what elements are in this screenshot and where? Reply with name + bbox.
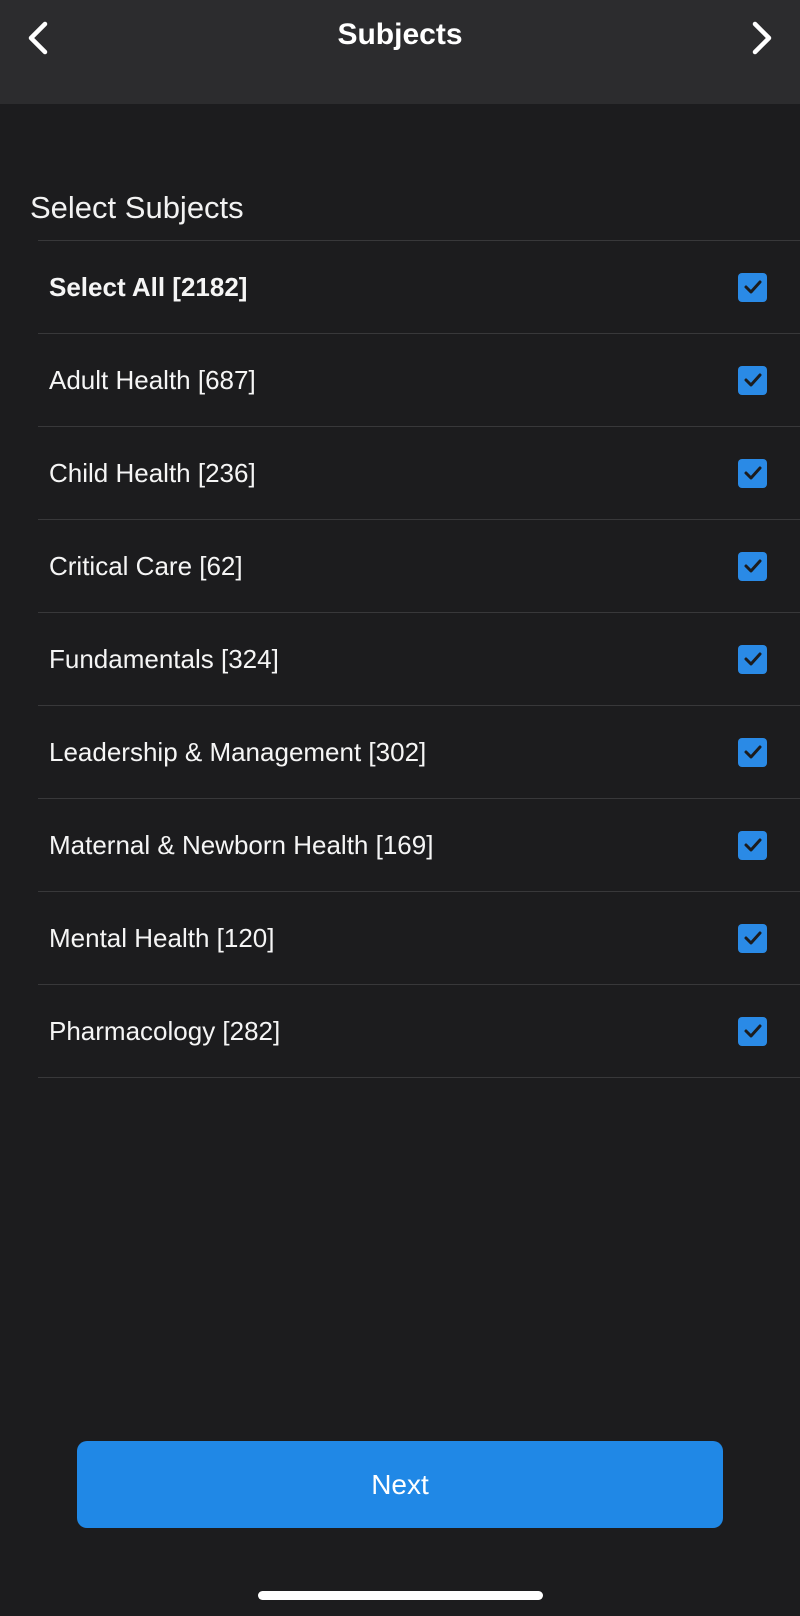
section-title: Select Subjects: [30, 190, 244, 225]
chevron-right-icon: [752, 21, 772, 55]
subject-label: Leadership & Management [302]: [49, 736, 427, 767]
navigation-bar: Subjects: [0, 0, 800, 104]
select-all-label: Select All [2182]: [49, 271, 248, 302]
subject-row-adult-health[interactable]: Adult Health [687]: [38, 334, 800, 427]
subject-row-child-health[interactable]: Child Health [236]: [38, 427, 800, 520]
checkmark-icon: [744, 1024, 761, 1038]
subject-row-mental-health[interactable]: Mental Health [120]: [38, 892, 800, 985]
checkmark-icon: [744, 373, 761, 387]
subject-list: Select All [2182] Adult Health [687] Chi…: [38, 240, 800, 1078]
checkmark-icon: [744, 280, 761, 294]
subject-row-maternal-newborn-health[interactable]: Maternal & Newborn Health [169]: [38, 799, 800, 892]
home-indicator: [258, 1591, 543, 1600]
subject-checkbox[interactable]: [738, 551, 767, 581]
checkmark-icon: [744, 931, 761, 945]
subject-label: Fundamentals [324]: [49, 643, 279, 674]
checkmark-icon: [744, 466, 761, 480]
subject-label: Child Health [236]: [49, 457, 256, 488]
subject-row-critical-care[interactable]: Critical Care [62]: [38, 520, 800, 613]
subject-row-leadership-management[interactable]: Leadership & Management [302]: [38, 706, 800, 799]
subject-checkbox[interactable]: [738, 923, 767, 953]
subject-label: Critical Care [62]: [49, 550, 243, 581]
checkmark-icon: [744, 559, 761, 573]
select-all-checkbox[interactable]: [738, 272, 767, 302]
page-title: Subjects: [337, 18, 463, 51]
subject-checkbox[interactable]: [738, 737, 767, 767]
subject-checkbox[interactable]: [738, 365, 767, 395]
subject-checkbox[interactable]: [738, 1016, 767, 1046]
subject-checkbox[interactable]: [738, 458, 767, 488]
next-button[interactable]: Next: [77, 1441, 723, 1528]
checkmark-icon: [744, 652, 761, 666]
subject-label: Mental Health [120]: [49, 922, 275, 953]
forward-button[interactable]: [738, 14, 786, 62]
subject-label: Adult Health [687]: [49, 364, 256, 395]
subject-row-fundamentals[interactable]: Fundamentals [324]: [38, 613, 800, 706]
checkmark-icon: [744, 745, 761, 759]
checkmark-icon: [744, 838, 761, 852]
subject-label: Maternal & Newborn Health [169]: [49, 829, 434, 860]
subject-checkbox[interactable]: [738, 830, 767, 860]
subject-checkbox[interactable]: [738, 644, 767, 674]
select-all-row[interactable]: Select All [2182]: [38, 241, 800, 334]
subject-row-pharmacology[interactable]: Pharmacology [282]: [38, 985, 800, 1078]
subject-label: Pharmacology [282]: [49, 1015, 281, 1046]
